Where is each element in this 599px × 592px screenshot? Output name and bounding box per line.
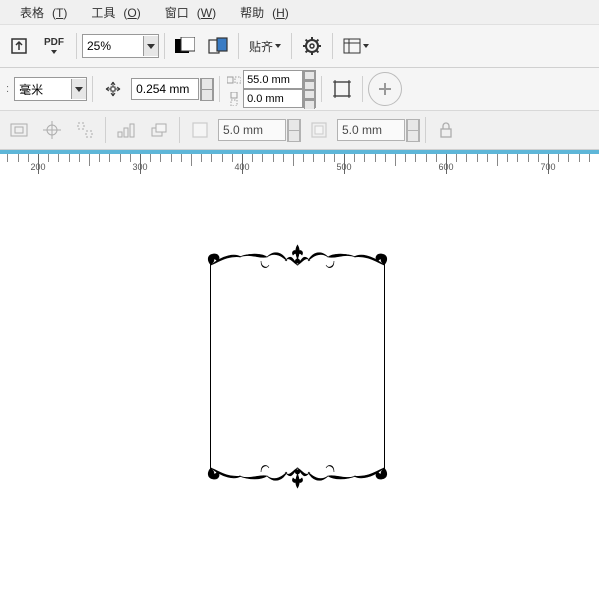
nudge-field[interactable]: [131, 78, 214, 101]
separator: [164, 33, 165, 59]
bottom-ornament: [205, 452, 390, 494]
export-icon[interactable]: [4, 31, 34, 61]
devices-icon[interactable]: [203, 31, 233, 61]
property-bar: :: [0, 68, 599, 111]
zoom-dropdown-icon[interactable]: [143, 36, 158, 56]
nudge-spinner[interactable]: [200, 78, 214, 101]
ruler-label: 400: [234, 162, 249, 172]
separator: [362, 76, 363, 102]
separator: [291, 33, 292, 59]
dup-y-spinner[interactable]: [303, 89, 316, 108]
drawing-canvas[interactable]: [0, 174, 599, 592]
offset-y-field[interactable]: [337, 119, 420, 142]
distribute-icon: [111, 115, 141, 145]
units-dropdown-icon[interactable]: [71, 79, 86, 99]
units-combo[interactable]: [14, 77, 87, 101]
offset-y-input[interactable]: [337, 119, 405, 141]
layout-icon[interactable]: [338, 31, 374, 61]
zoom-input[interactable]: [83, 36, 143, 56]
ruler-label: 500: [336, 162, 351, 172]
separator: [425, 117, 426, 143]
arrange-toolbar: [0, 111, 599, 150]
dup-x-input[interactable]: [243, 70, 303, 89]
options-gear-icon[interactable]: [297, 31, 327, 61]
separator: [238, 33, 239, 59]
menu-help[interactable]: 帮助(H): [224, 4, 297, 21]
dup-x-icon: [225, 71, 243, 89]
dup-y-input[interactable]: [243, 89, 303, 108]
separator: [332, 33, 333, 59]
ruler-label: 300: [132, 162, 147, 172]
nudge-icon: [98, 74, 128, 104]
separator: [321, 76, 322, 102]
nudge-input[interactable]: [131, 78, 199, 100]
duplicate-distance: [225, 70, 316, 108]
menu-table[interactable]: 表格(T): [4, 4, 75, 21]
align-icon: [70, 115, 100, 145]
frame-icon[interactable]: [327, 74, 357, 104]
separator: [179, 117, 180, 143]
ornamental-frame-artwork[interactable]: [205, 239, 390, 494]
ruler-label: 200: [30, 162, 45, 172]
order-icon: [144, 115, 174, 145]
fill-swatch-icon[interactable]: [170, 31, 200, 61]
main-toolbar: PDF 贴齐: [0, 25, 599, 68]
units-label-icon: :: [4, 83, 11, 95]
menu-window[interactable]: 窗口(W): [149, 4, 224, 21]
lock-icon: [431, 115, 461, 145]
offset-y-spinner[interactable]: [406, 119, 420, 142]
snap-button[interactable]: 贴齐: [244, 31, 286, 61]
separator: [219, 76, 220, 102]
pdf-export-button[interactable]: PDF: [37, 31, 71, 61]
menu-bar: 表格(T) 工具(O) 窗口(W) 帮助(H): [0, 0, 599, 25]
rect-tool-icon: [4, 115, 34, 145]
outline-front-icon: [304, 115, 334, 145]
align-center-icon: [37, 115, 67, 145]
add-button[interactable]: [368, 72, 402, 106]
dup-y-icon: [225, 90, 243, 108]
ruler-label: 700: [540, 162, 555, 172]
outline-behind-icon: [185, 115, 215, 145]
top-ornament: [205, 239, 390, 281]
units-input[interactable]: [15, 79, 71, 99]
horizontal-ruler[interactable]: 200 300 400 500 600 700: [0, 150, 599, 177]
snap-label: 贴齐: [249, 38, 273, 55]
zoom-combo[interactable]: [82, 34, 159, 58]
offset-x-input[interactable]: [218, 119, 286, 141]
separator: [92, 76, 93, 102]
offset-x-spinner[interactable]: [287, 119, 301, 142]
separator: [76, 33, 77, 59]
separator: [105, 117, 106, 143]
offset-x-field[interactable]: [218, 119, 301, 142]
ruler-label: 600: [438, 162, 453, 172]
dup-x-spinner[interactable]: [303, 70, 316, 89]
menu-tools[interactable]: 工具(O): [75, 4, 148, 21]
